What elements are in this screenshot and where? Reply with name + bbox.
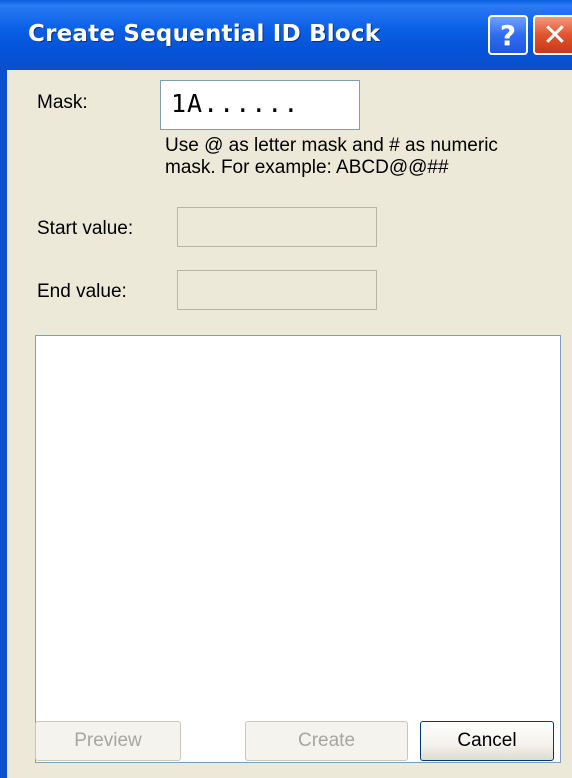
preview-button[interactable]: Preview (35, 721, 181, 761)
create-sequential-id-dialog: Create Sequential ID Block ? ✕ Mask: 1A.… (0, 0, 572, 778)
start-value-label: Start value: (37, 218, 134, 239)
title-bar[interactable]: Create Sequential ID Block ? ✕ (0, 0, 572, 70)
help-icon: ? (499, 18, 517, 52)
mask-hint-line-2: mask. For example: ABCD@@## (165, 157, 449, 178)
mask-hint: Use @ as letter mask and # as numeric ma… (165, 135, 565, 179)
create-button[interactable]: Create (245, 721, 408, 761)
mask-label: Mask: (37, 92, 88, 113)
window-title: Create Sequential ID Block (28, 21, 381, 47)
cancel-button[interactable]: Cancel (420, 721, 554, 761)
window-frame-left (0, 70, 7, 778)
help-button[interactable]: ? (488, 15, 528, 55)
close-icon: ✕ (542, 17, 568, 53)
preview-list[interactable] (35, 335, 561, 763)
start-value-input[interactable] (177, 207, 377, 247)
end-value-input[interactable] (177, 270, 377, 310)
close-button[interactable]: ✕ (533, 15, 572, 55)
mask-hint-line-1: Use @ as letter mask and # as numeric (165, 135, 498, 156)
end-value-label: End value: (37, 281, 127, 302)
mask-input[interactable]: 1A...... (160, 80, 360, 130)
